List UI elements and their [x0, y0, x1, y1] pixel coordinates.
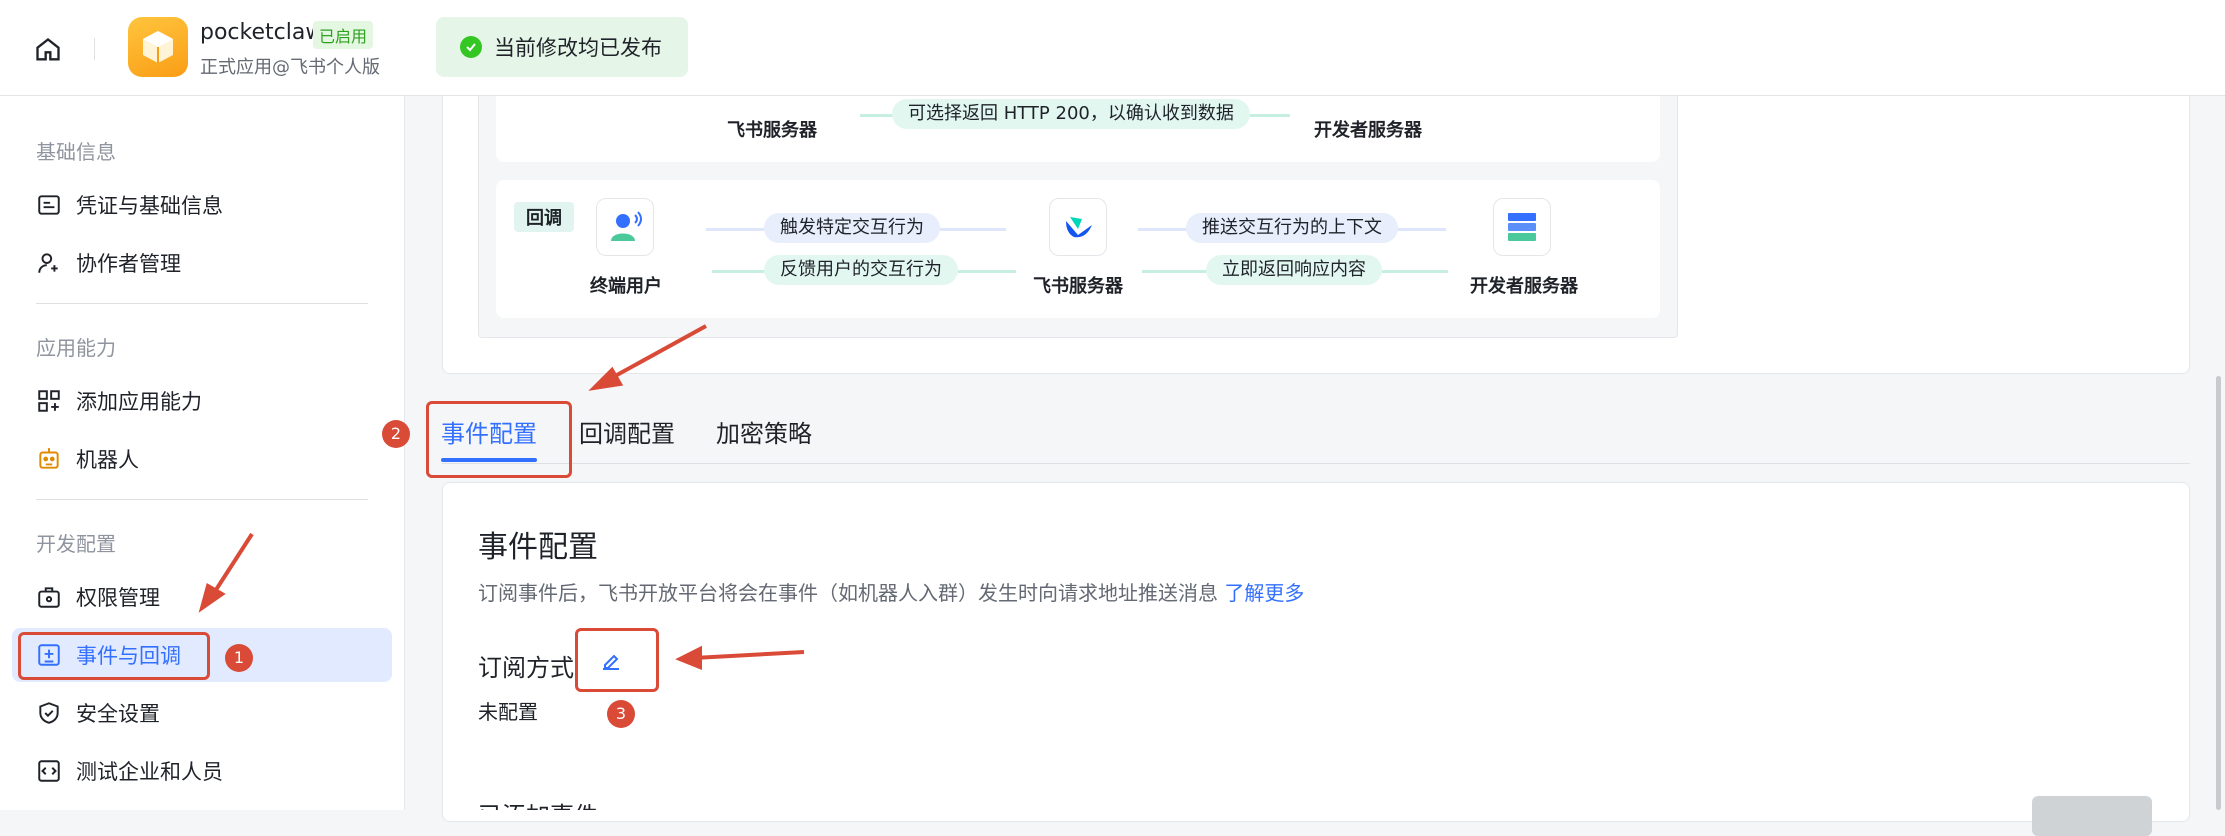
sidebar-item-credentials[interactable]: 凭证与基础信息: [12, 178, 392, 232]
sidebar-item-label: 添加应用能力: [76, 390, 202, 414]
sidebar-item-collaborators[interactable]: 协作者管理: [12, 236, 392, 290]
pill-trigger: 触发特定交互行为: [764, 213, 940, 243]
sidebar-item-add-capability[interactable]: 添加应用能力: [12, 374, 392, 428]
top-bar: pocketclaw 已启用 正式应用@飞书个人版 当前修改均已发布: [0, 0, 2225, 96]
end-user-icon: [596, 198, 654, 256]
sidebar-section-capability: 应用能力: [36, 336, 116, 360]
event-config-card: [442, 482, 2190, 822]
annotation-badge-1: 1: [225, 644, 253, 672]
callback-tag: 回调: [514, 202, 574, 232]
added-events-title: 已添加事件: [478, 796, 598, 810]
annotation-box-1: [18, 632, 210, 680]
row1-right-label: 开发者服务器: [1314, 120, 1422, 141]
sidebar-item-security[interactable]: 安全设置: [12, 686, 392, 740]
toast-text: 当前修改均已发布: [494, 36, 662, 60]
section-title: 事件配置: [478, 530, 598, 565]
feishu-server-icon: [1049, 198, 1107, 256]
annotation-badge-3: 3: [607, 700, 635, 728]
pill-push: 推送交互行为的上下文: [1186, 213, 1398, 243]
tab-encryption[interactable]: 加密策略: [716, 414, 812, 449]
sidebar-item-label: 安全设置: [76, 702, 160, 726]
node-end-user: 终端用户: [590, 276, 662, 297]
add-event-button[interactable]: [2032, 796, 2152, 836]
subscribe-method-value: 未配置: [478, 700, 538, 724]
user-add-icon: [38, 253, 58, 273]
sidebar-section-basic: 基础信息: [36, 140, 116, 164]
sidebar: 基础信息 凭证与基础信息 协作者管理 应用能力 添加应用能力 机器人 开发配置 …: [0, 96, 405, 810]
dev-server-icon: [1493, 198, 1551, 256]
node-dev-server: 开发者服务器: [1470, 276, 1578, 297]
divider: [36, 303, 368, 304]
description-text: 订阅事件后，飞书开放平台将会在事件（如机器人入群）发生时向请求地址推送消息: [478, 581, 1218, 605]
sidebar-item-label: 凭证与基础信息: [76, 194, 223, 218]
credential-icon: [38, 195, 60, 215]
permission-icon: [38, 587, 60, 608]
app-logo-icon: [128, 17, 188, 77]
app-name: pocketclaw: [200, 20, 324, 45]
pill-response: 立即返回响应内容: [1206, 255, 1382, 285]
annotation-badge-2: 2: [382, 420, 410, 448]
scrollbar[interactable]: [2216, 376, 2221, 810]
sidebar-item-permissions[interactable]: 权限管理: [12, 570, 392, 624]
publish-toast: 当前修改均已发布: [436, 17, 688, 77]
check-circle-icon: [460, 36, 482, 58]
sidebar-item-robot[interactable]: 机器人: [12, 432, 392, 486]
row1-pill: 可选择返回 HTTP 200，以确认收到数据: [892, 99, 1250, 129]
sidebar-item-label: 机器人: [76, 448, 139, 472]
sidebar-section-dev: 开发配置: [36, 532, 116, 556]
sidebar-item-label: 测试企业和人员: [76, 760, 223, 784]
annotation-box-3: [575, 628, 659, 692]
node-feishu-server: 飞书服务器: [1033, 276, 1123, 297]
sidebar-item-label: 协作者管理: [76, 252, 181, 276]
app-status-badge: 已启用: [313, 21, 374, 49]
app-subtitle: 正式应用@飞书个人版: [200, 57, 380, 78]
section-description: 订阅事件后，飞书开放平台将会在事件（如机器人入群）发生时向请求地址推送消息 了解…: [478, 577, 1304, 606]
robot-icon: [39, 448, 59, 469]
pill-feedback: 反馈用户的交互行为: [764, 255, 958, 285]
learn-more-link[interactable]: 了解更多: [1224, 581, 1304, 605]
divider: [36, 499, 368, 500]
code-icon: [38, 760, 60, 782]
annotation-box-2: [426, 401, 572, 478]
tab-callback-config[interactable]: 回调配置: [579, 414, 675, 449]
row1-left-label: 飞书服务器: [727, 120, 817, 141]
tab-bar: [442, 410, 2190, 464]
apps-add-icon: [38, 390, 60, 412]
shield-icon: [39, 702, 59, 724]
home-icon[interactable]: [28, 30, 68, 70]
sidebar-item-test-org[interactable]: 测试企业和人员: [12, 744, 392, 798]
subscribe-method-label: 订阅方式: [478, 654, 574, 682]
divider: [94, 38, 95, 60]
sidebar-item-label: 权限管理: [76, 586, 160, 610]
